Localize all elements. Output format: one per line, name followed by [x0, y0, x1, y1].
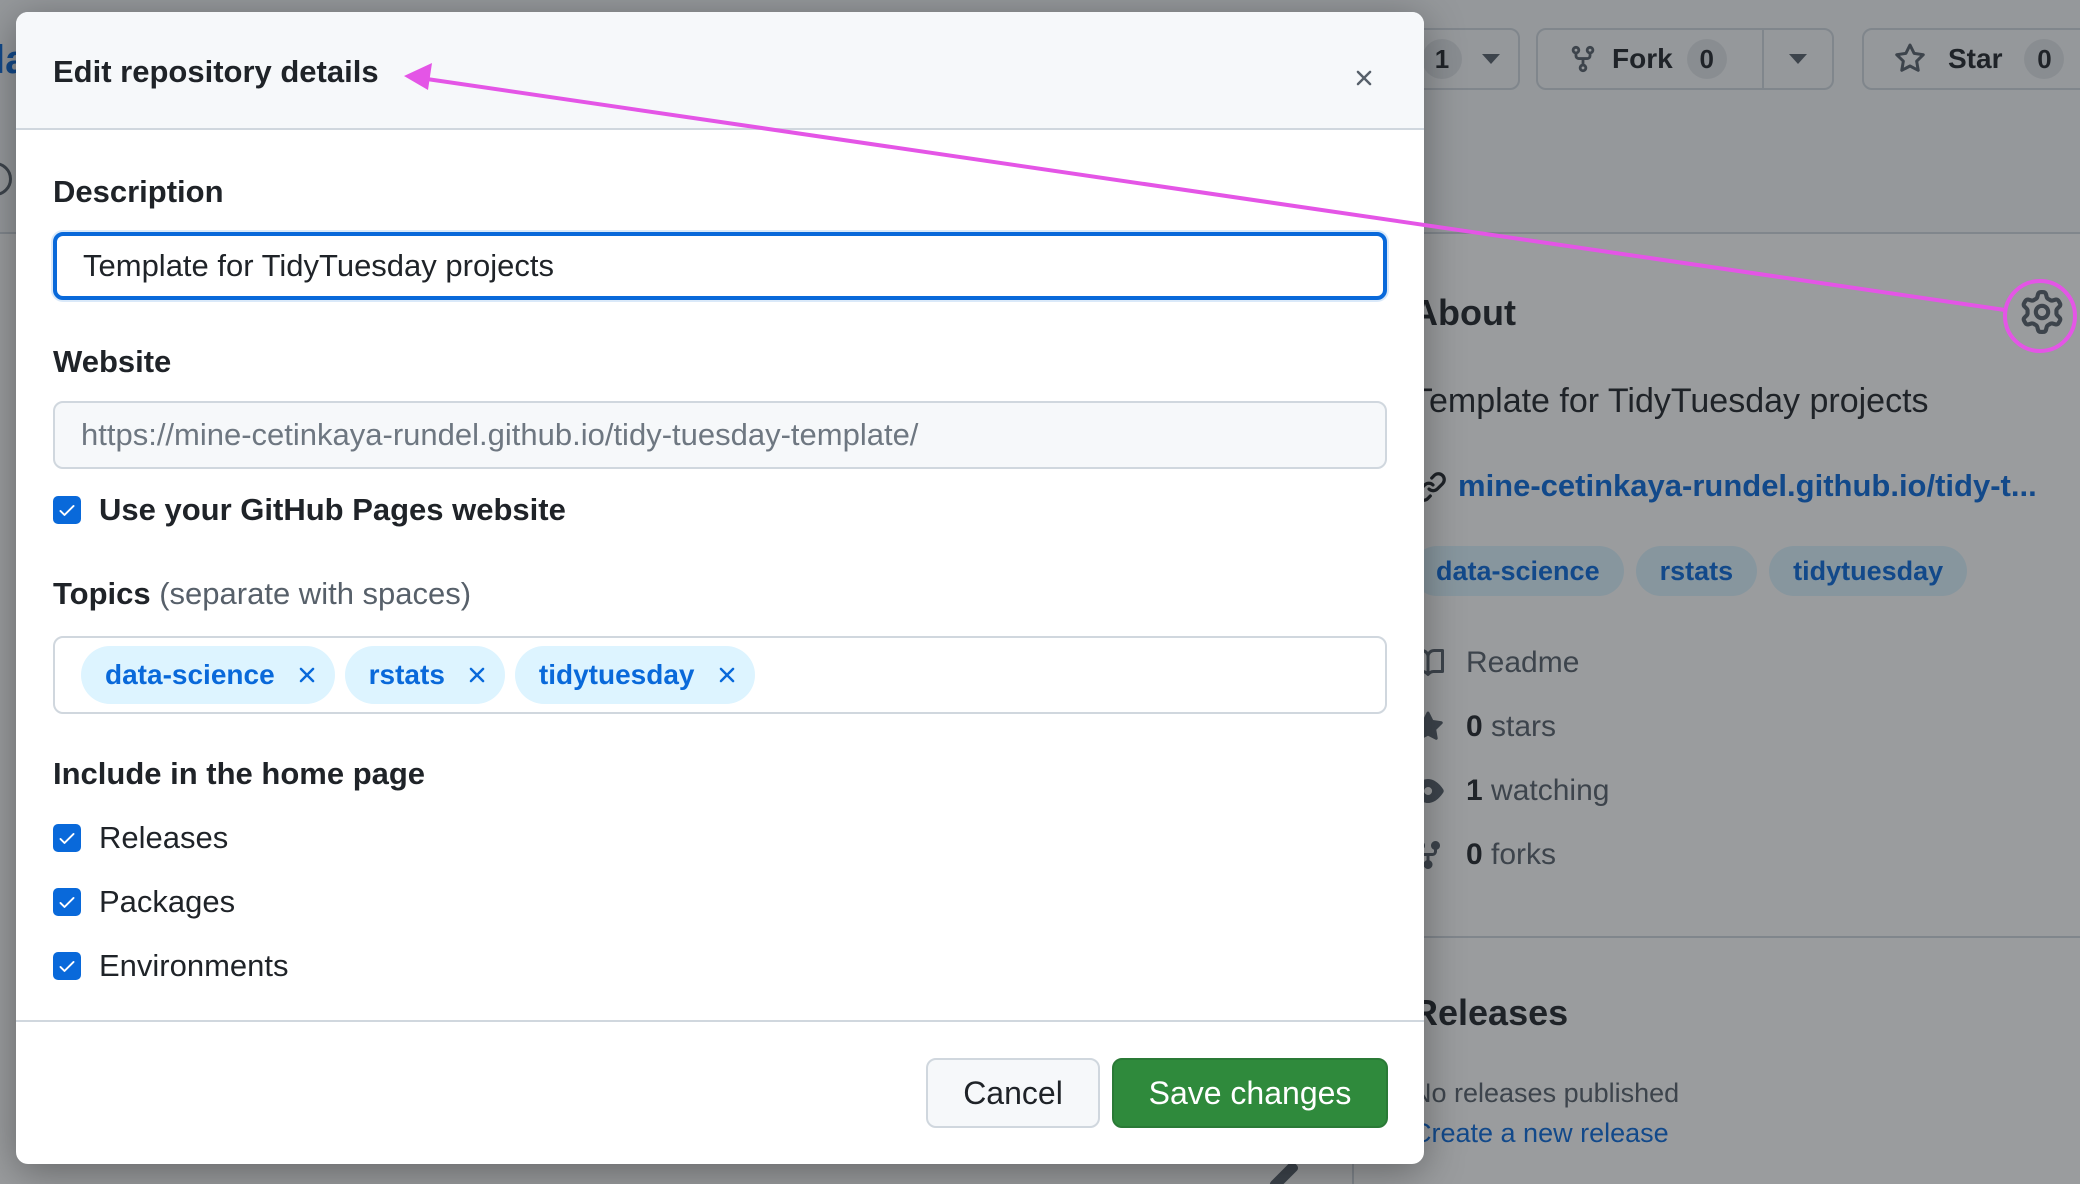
remove-topic-button[interactable]: [463, 661, 491, 689]
releases-option-label: Releases: [99, 820, 229, 855]
description-label: Description: [53, 174, 224, 209]
environments-option-label: Environments: [99, 948, 289, 983]
packages-option[interactable]: Packages: [53, 884, 235, 920]
close-icon: [719, 667, 734, 683]
topics-title: Topics: [53, 576, 151, 611]
topics-hint: (separate with spaces): [159, 576, 472, 611]
website-input[interactable]: [53, 401, 1387, 469]
close-icon: [1356, 70, 1372, 86]
close-button[interactable]: [1344, 58, 1384, 98]
topic-chip-label: rstats: [368, 659, 445, 690]
use-pages-checkbox[interactable]: [53, 496, 81, 524]
releases-checkbox[interactable]: [53, 824, 81, 852]
topic-chip: tidytuesday: [514, 646, 755, 704]
environments-checkbox[interactable]: [53, 952, 81, 980]
use-pages-option[interactable]: Use your GitHub Pages website: [53, 492, 566, 528]
packages-option-label: Packages: [99, 884, 236, 919]
check-icon: [59, 897, 75, 908]
topics-label: Topics (separate with spaces): [53, 576, 471, 612]
dialog-footer-divider: [16, 1020, 1424, 1022]
releases-option[interactable]: Releases: [53, 820, 228, 856]
topic-chip: rstats: [344, 646, 505, 704]
check-icon: [59, 833, 75, 844]
topic-chip-label: tidytuesday: [538, 659, 695, 690]
description-input[interactable]: [53, 232, 1387, 300]
topic-chip: data-science: [81, 646, 335, 704]
environments-option[interactable]: Environments: [53, 948, 289, 984]
check-icon: [59, 961, 75, 972]
use-pages-label: Use your GitHub Pages website: [99, 492, 566, 527]
dialog-title: Edit repository details: [53, 54, 379, 89]
cancel-button[interactable]: Cancel: [926, 1058, 1100, 1128]
edit-repository-dialog: Edit repository details Description Webs…: [16, 12, 1424, 1164]
remove-topic-button[interactable]: [713, 661, 741, 689]
homepage-label: Include in the home page: [53, 756, 426, 791]
topic-chip-label: data-science: [105, 659, 275, 690]
close-icon: [299, 667, 314, 683]
close-icon: [469, 667, 485, 683]
remove-topic-button[interactable]: [293, 661, 321, 689]
website-label: Website: [53, 344, 172, 379]
save-changes-button[interactable]: Save changes: [1112, 1058, 1388, 1128]
dialog-header: Edit repository details: [16, 12, 1424, 130]
check-icon: [59, 505, 75, 516]
packages-checkbox[interactable]: [53, 888, 81, 916]
topics-input[interactable]: data-science rstats tidytuesday: [53, 636, 1387, 714]
